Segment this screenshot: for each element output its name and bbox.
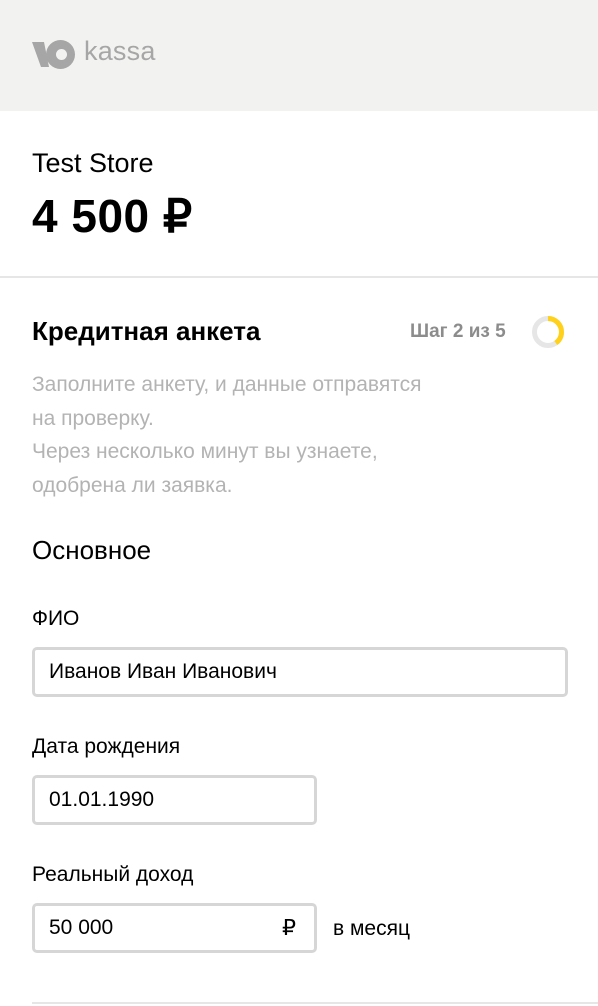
income-value: 50 000 [49,916,114,939]
header-bar: kassa [0,0,598,111]
income-label: Реальный доход [32,863,194,886]
intro-line: на проверку. [32,406,154,430]
full-name-label: ФИО [32,607,80,630]
income-period-label: в месяц [333,917,411,940]
section-heading-basic: Основное [32,535,152,565]
intro-line: Через несколько минут вы узнаете, [32,440,378,463]
birth-date-label: Дата рождения [32,735,181,758]
form-title: Кредитная анкета [32,316,261,346]
section-divider [0,276,598,278]
full-name-field[interactable]: Иванов Иван Иванович [32,647,568,697]
birth-date-value: 01.01.1990 [49,788,155,811]
store-name: Test Store [32,148,154,178]
yandex-money-logo-icon [32,40,75,69]
intro-line: Заполните анкету, и данные отправятся [32,373,422,396]
birth-date-field[interactable]: 01.01.1990 [32,775,317,825]
form-intro-text: Заполните анкету, и данные отправятся на… [32,368,532,502]
income-field[interactable]: 50 000 ₽ [32,903,317,953]
progress-ring-icon [532,316,564,348]
intro-line: одобрена ли заявка. [32,473,233,497]
bottom-divider [32,1002,598,1004]
step-indicator-label: Шаг 2 из 5 [410,321,506,342]
full-name-value: Иванов Иван Иванович [49,660,277,683]
brand-logo-text: kassa [84,36,156,66]
order-amount: 4 500 ₽ [32,190,193,242]
ruble-sign: ₽ [282,915,296,940]
